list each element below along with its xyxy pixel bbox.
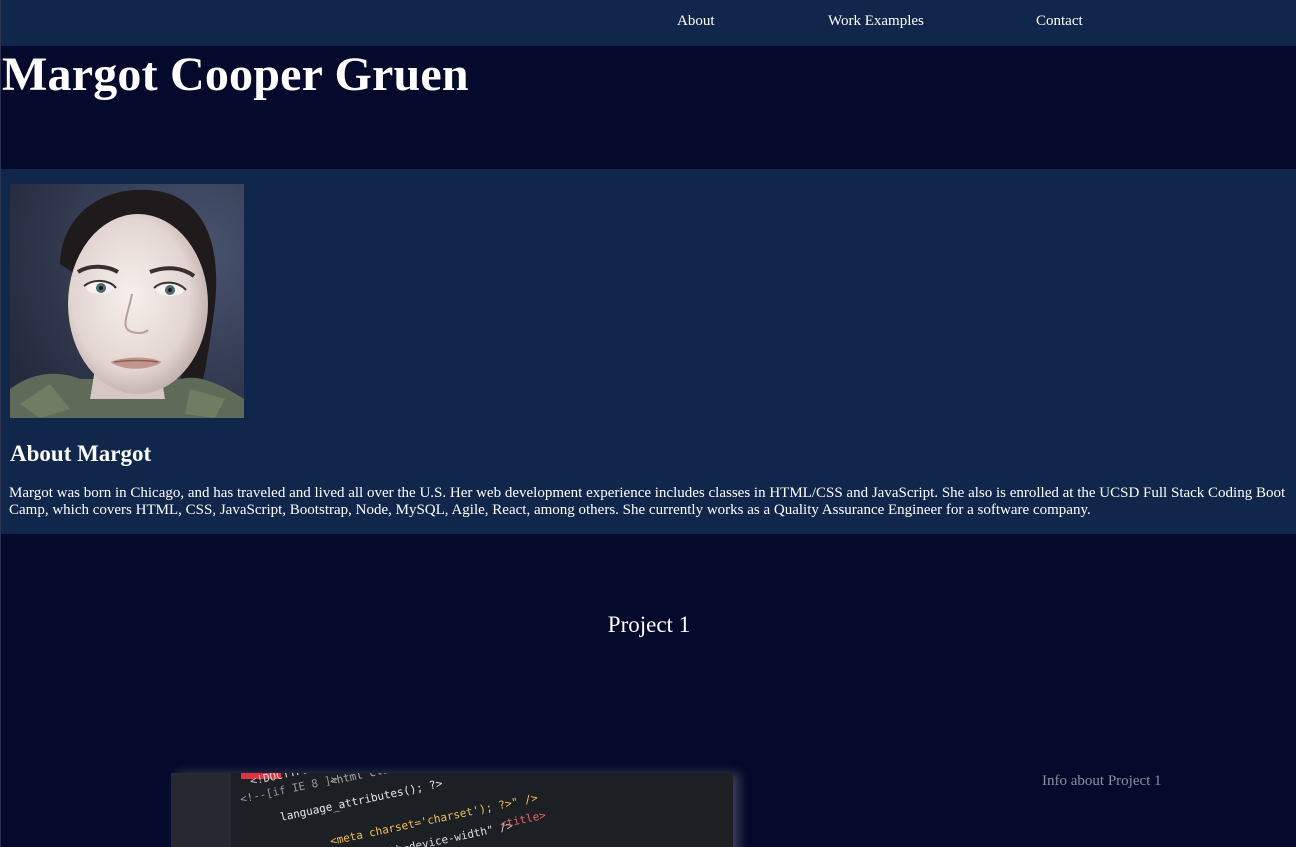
top-navbar: About Work Examples Contact	[1, 0, 1296, 46]
project-1-info: Info about Project 1	[1042, 773, 1162, 789]
nav-link-about[interactable]: About	[677, 13, 715, 30]
site-title: Margot Cooper Gruen	[2, 48, 469, 101]
about-heading: About Margot	[10, 441, 152, 466]
project-1-title: Project 1	[607, 612, 691, 637]
about-section: About Margot Margot was born in Chicago,…	[1, 169, 1296, 534]
code-screenshot-illustration: <!DOCTYPE html> <html class="ie ie <!--[…	[171, 773, 733, 847]
about-body-text: Margot was born in Chicago, and has trav…	[9, 485, 1286, 518]
project-1-image[interactable]: <!DOCTYPE html> <html class="ie ie <!--[…	[171, 773, 733, 847]
profile-photo	[10, 184, 244, 418]
page: About Work Examples Contact Margot Coope…	[0, 0, 1296, 847]
profile-photo-illustration	[10, 184, 244, 418]
nav-link-contact[interactable]: Contact	[1036, 13, 1083, 30]
nav-link-work-examples[interactable]: Work Examples	[828, 13, 924, 30]
